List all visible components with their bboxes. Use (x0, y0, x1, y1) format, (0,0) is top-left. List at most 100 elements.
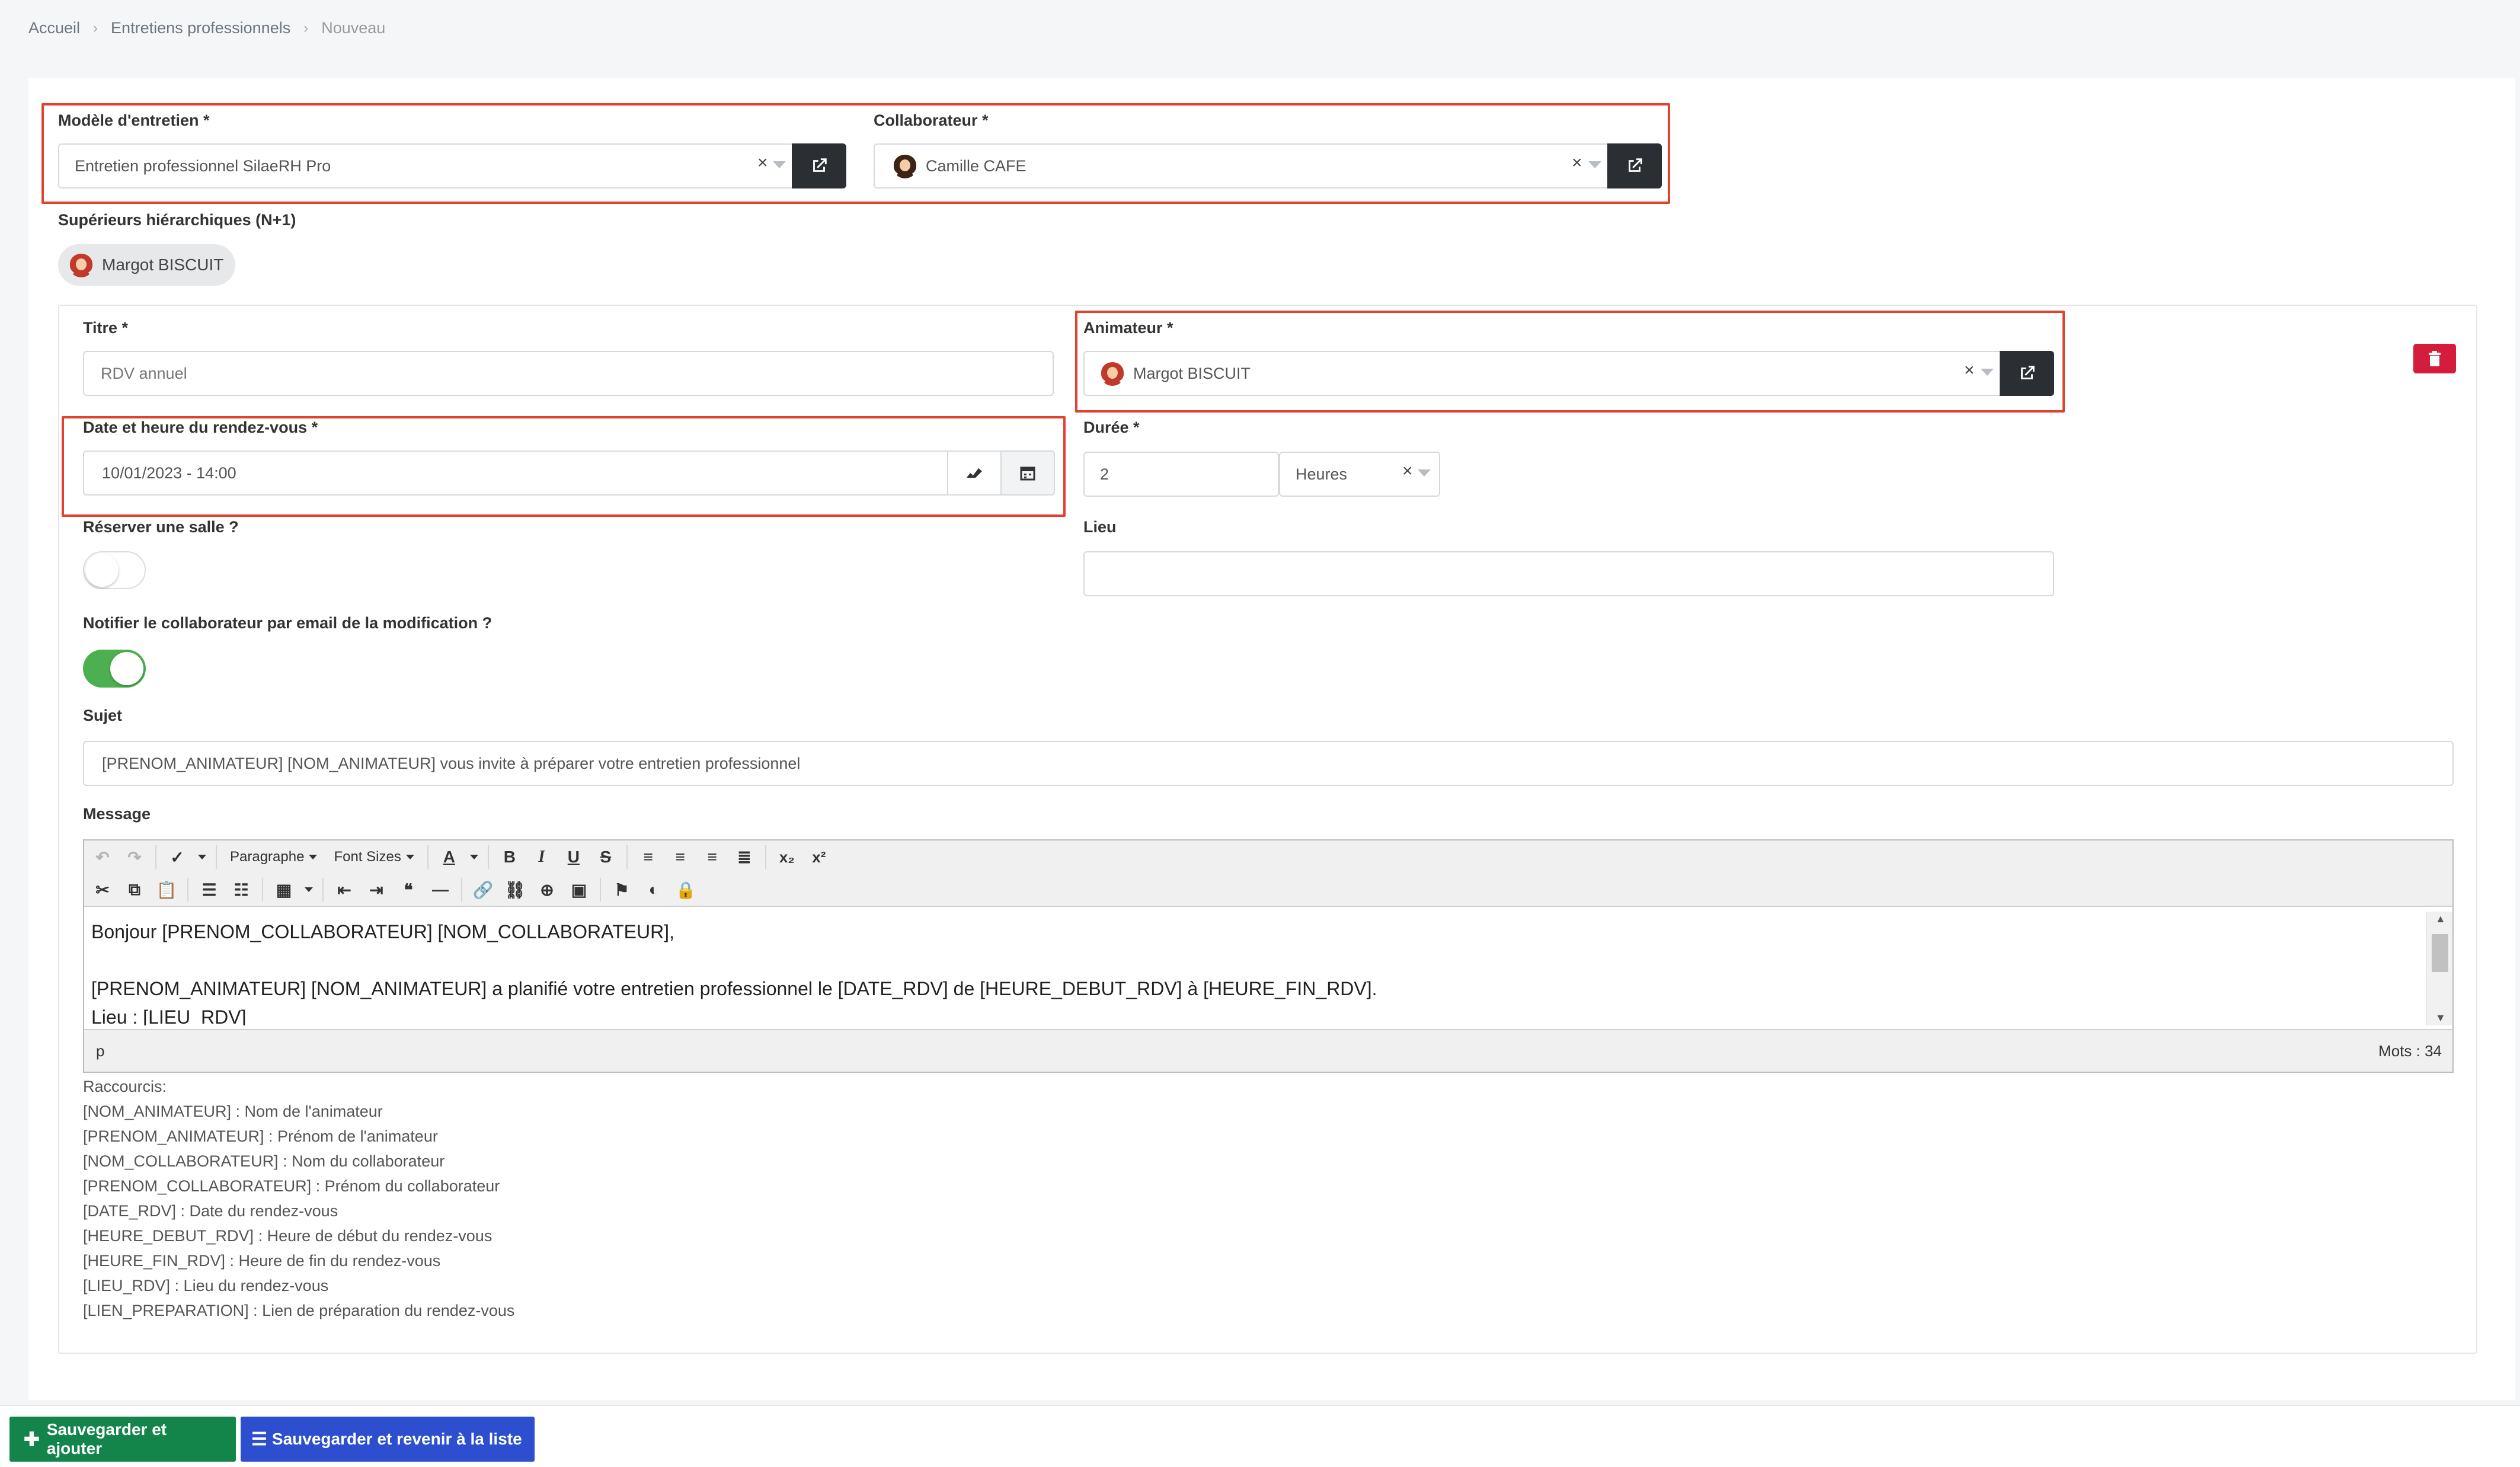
editor-scrollbar[interactable]: ▲ ▼ (2426, 912, 2452, 1025)
date-calendar-button[interactable] (1000, 450, 1055, 496)
delete-button[interactable] (2413, 344, 2456, 373)
modele-open-button[interactable] (792, 143, 846, 188)
modele-select[interactable]: Entretien professionnel SilaeRH Pro (58, 143, 794, 188)
date-clear-button[interactable] (947, 450, 1002, 496)
text-color-dropdown[interactable] (468, 843, 481, 871)
align-left-icon[interactable]: ≡ (635, 843, 662, 871)
modele-value: Entretien professionnel SilaeRH Pro (75, 156, 331, 175)
outdent-icon[interactable]: ⇤ (331, 876, 358, 903)
save-and-add-button[interactable]: ✚ Sauvegarder et ajouter (9, 1417, 236, 1462)
breadcrumb: Accueil › Entretiens professionnels › No… (28, 19, 385, 37)
sujet-input[interactable]: [PRENOM_ANIMATEUR] [NOM_ANIMATEUR] vous … (83, 741, 2454, 786)
insert-icon[interactable]: ⊕ (533, 876, 561, 903)
breadcrumb-home[interactable]: Accueil (28, 19, 80, 37)
message-label: Message (83, 805, 151, 823)
undo-icon[interactable]: ↶ (89, 843, 116, 871)
element-path[interactable]: p (96, 1042, 104, 1060)
superieur-name: Margot BISCUIT (102, 255, 224, 274)
duree-label: Durée * (1083, 418, 1140, 436)
text-color-icon[interactable]: A (436, 843, 463, 871)
titre-input[interactable]: RDV annuel (83, 351, 1054, 396)
horizontal-rule-icon[interactable]: — (427, 876, 454, 903)
lieu-input[interactable] (1083, 551, 2054, 596)
editor-line: Lieu : [LIEU_RDV] (91, 1006, 247, 1025)
sujet-label: Sujet (83, 707, 123, 724)
table-dropdown[interactable] (302, 876, 315, 903)
save-and-list-button[interactable]: ☰ Sauvegarder et revenir à la liste (241, 1417, 535, 1462)
collaborateur-label: Collaborateur * (874, 111, 989, 129)
modele-label: Modèle d'entretien * (58, 111, 210, 129)
eraser-icon (967, 468, 982, 478)
collaborateur-select[interactable]: Camille CAFE (874, 143, 1613, 188)
align-right-icon[interactable]: ≡ (699, 843, 726, 871)
editor-content[interactable]: Bonjour [PRENOM_COLLABORATEUR] [NOM_COLL… (84, 912, 2428, 1025)
date-input[interactable]: 10/01/2023 - 14:00 (83, 450, 949, 496)
external-link-icon (1629, 158, 1642, 172)
shortcut-item: [PRENOM_COLLABORATEUR] : Prénom du colla… (83, 1177, 500, 1195)
chevron-down-icon[interactable] (773, 161, 786, 168)
format-dropdown[interactable]: Paragraphe (224, 843, 323, 871)
link-icon[interactable]: 🔗 (469, 876, 497, 903)
collaborateur-open-button[interactable] (1607, 143, 1662, 188)
paste-icon[interactable]: 📋 (153, 876, 180, 903)
bullet-list-icon[interactable]: ☰ (196, 876, 223, 903)
salle-toggle[interactable] (83, 551, 146, 589)
titre-label: Titre * (83, 319, 129, 337)
shortcuts-list: Raccourcis: [NOM_ANIMATEUR] : Nom de l'a… (83, 1074, 514, 1323)
image-icon[interactable]: ▣ (565, 876, 593, 903)
editor-line: [PRENOM_ANIMATEUR] [NOM_ANIMATEUR] a pla… (91, 978, 1377, 999)
chevron-down-icon[interactable] (1418, 469, 1431, 477)
animateur-clear-icon[interactable]: × (1964, 360, 1975, 381)
scroll-down-icon[interactable]: ▼ (2435, 1012, 2446, 1024)
chevron-down-icon[interactable] (1981, 369, 1994, 376)
scroll-up-icon[interactable]: ▲ (2435, 913, 2446, 925)
blockquote-icon[interactable]: ❝ (395, 876, 422, 903)
save-and-list-label: Sauvegarder et revenir à la liste (271, 1430, 522, 1448)
cut-icon[interactable]: ✂ (89, 876, 116, 903)
duree-input[interactable]: 2 (1083, 452, 1279, 497)
collaborateur-value: Camille CAFE (926, 156, 1026, 175)
contrast-icon[interactable]: ◐ (640, 876, 667, 903)
font-sizes-dropdown[interactable]: Font Sizes (328, 843, 420, 871)
copy-icon[interactable]: ⧉ (121, 876, 148, 903)
animateur-open-button[interactable] (2000, 351, 2054, 396)
spellcheck-icon[interactable]: ✓ (164, 843, 191, 871)
shortcuts-title: Raccourcis: (83, 1078, 167, 1095)
animateur-label: Animateur * (1083, 319, 1173, 337)
unlink-icon[interactable]: ⛓ (501, 876, 529, 903)
list-icon: ☰ (251, 1429, 267, 1449)
animateur-select[interactable]: Margot BISCUIT (1083, 351, 2006, 396)
strikethrough-icon[interactable]: S (592, 843, 619, 871)
toggle-knob (110, 652, 143, 685)
collaborateur-clear-icon[interactable]: × (1572, 153, 1582, 173)
duree-unit-select[interactable]: Heures (1279, 452, 1440, 497)
italic-icon[interactable]: I (528, 843, 555, 871)
superieur-chip[interactable]: Margot BISCUIT (58, 244, 236, 286)
lock-icon[interactable]: 🔒 (672, 876, 699, 903)
lieu-label: Lieu (1083, 518, 1117, 536)
numbered-list-icon[interactable]: ☷ (228, 876, 255, 903)
scrollbar-thumb[interactable] (2432, 934, 2448, 972)
plus-icon: ✚ (24, 1428, 40, 1450)
duree-unit-clear-icon[interactable]: × (1402, 461, 1413, 481)
shortcut-item: [LIEU_RDV] : Lieu du rendez-vous (83, 1277, 329, 1295)
indent-icon[interactable]: ⇥ (363, 876, 390, 903)
chevron-down-icon[interactable] (1588, 161, 1601, 168)
align-center-icon[interactable]: ≡ (667, 843, 694, 871)
table-icon[interactable]: ▦ (270, 876, 298, 903)
sujet-value: [PRENOM_ANIMATEUR] [NOM_ANIMATEUR] vous … (102, 754, 801, 772)
bold-icon[interactable]: B (496, 843, 523, 871)
modele-clear-icon[interactable]: × (757, 153, 768, 173)
align-justify-icon[interactable]: ≣ (731, 843, 758, 871)
underline-icon[interactable]: U (560, 843, 587, 871)
spellcheck-dropdown[interactable] (196, 843, 209, 871)
superscript-icon[interactable]: x² (805, 843, 833, 871)
anchor-flag-icon[interactable]: ⚑ (608, 876, 635, 903)
breadcrumb-current: Nouveau (321, 19, 386, 37)
subscript-icon[interactable]: x₂ (773, 843, 801, 871)
breadcrumb-entretiens[interactable]: Entretiens professionnels (111, 19, 290, 37)
redo-icon[interactable]: ↷ (121, 843, 148, 871)
shortcut-item: [DATE_RDV] : Date du rendez-vous (83, 1202, 338, 1220)
notifier-toggle[interactable] (83, 650, 146, 688)
font-sizes-label: Font Sizes (334, 849, 401, 865)
